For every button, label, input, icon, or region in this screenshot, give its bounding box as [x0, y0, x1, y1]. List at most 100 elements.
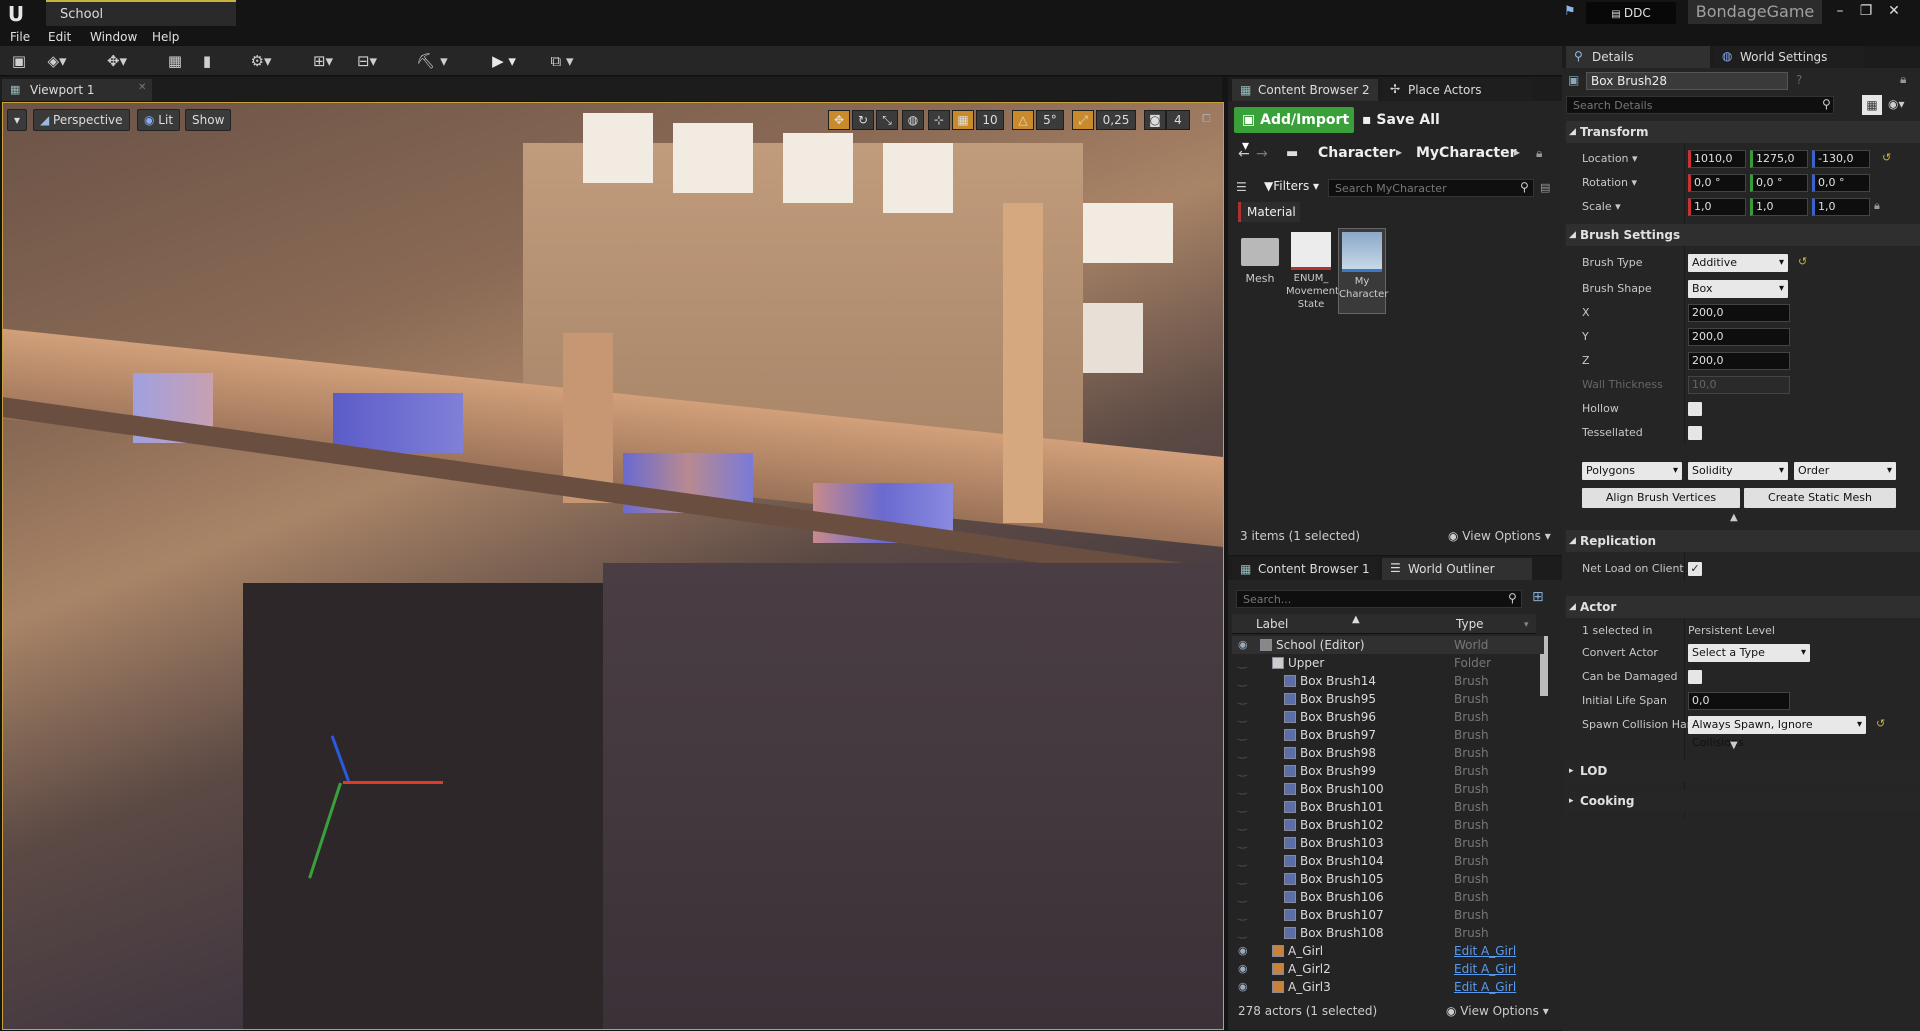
- initial-life-span-field[interactable]: 0,0: [1688, 692, 1790, 710]
- outliner-row[interactable]: ‿ Box Brush105 Brush: [1232, 870, 1544, 888]
- asset-mycharacter[interactable]: My Character: [1338, 228, 1388, 314]
- asset-enum-movement-state[interactable]: ENUM_ Movement State: [1286, 230, 1339, 316]
- add-import-button[interactable]: ▣ Add/Import ▾: [1234, 107, 1354, 154]
- edit-blueprint-link[interactable]: Edit A_Girl: [1454, 978, 1516, 996]
- content-search-input[interactable]: Search MyCharacter: [1328, 179, 1534, 197]
- visibility-eye-icon[interactable]: ◉: [1238, 636, 1248, 654]
- lock-icon[interactable]: 🔒︎: [1900, 72, 1906, 87]
- world-local-icon[interactable]: ◍: [902, 110, 924, 130]
- scale-snap-icon[interactable]: ⤢: [1072, 110, 1094, 130]
- tab-world-settings[interactable]: ◍ World Settings: [1714, 46, 1864, 68]
- lock-icon[interactable]: 🔒︎: [1536, 146, 1542, 161]
- column-label[interactable]: Label: [1256, 617, 1288, 631]
- convert-actor-select[interactable]: Select a Type: [1688, 644, 1810, 662]
- order-select[interactable]: Order: [1794, 462, 1896, 480]
- scale-snap-value[interactable]: 0,25: [1096, 110, 1136, 130]
- restore-button[interactable]: ❐: [1856, 2, 1876, 22]
- close-button[interactable]: ✕: [1884, 2, 1904, 22]
- add-folder-icon[interactable]: ⊞: [1532, 589, 1544, 605]
- outliner-row[interactable]: ‿ Box Brush95 Brush: [1232, 690, 1544, 708]
- tab-place-actors[interactable]: ✢ Place Actors: [1382, 79, 1532, 101]
- launch-icon[interactable]: ⧉ ▾: [542, 50, 582, 72]
- chevron-down-icon[interactable]: ▾: [1524, 620, 1529, 630]
- settings-icon[interactable]: ⚙▾: [244, 50, 278, 72]
- column-type[interactable]: Type: [1456, 617, 1484, 631]
- view-mode-button[interactable]: ◉ Lit: [137, 109, 181, 131]
- breadcrumb-mycharacter[interactable]: MyCharacter: [1416, 145, 1517, 161]
- outliner-row[interactable]: ‿ Box Brush99 Brush: [1232, 762, 1544, 780]
- blueprints-icon[interactable]: ⊞▾: [306, 50, 340, 72]
- outliner-row[interactable]: ◉ A_Girl Edit A_Girl: [1232, 942, 1544, 960]
- location-y-field[interactable]: 1275,0: [1750, 150, 1808, 168]
- asset-folder-mesh[interactable]: Mesh: [1238, 232, 1282, 312]
- menu-help[interactable]: Help: [152, 28, 179, 46]
- tab-details[interactable]: ⚲ Details: [1566, 46, 1710, 68]
- surface-snap-icon[interactable]: ⊹: [928, 110, 950, 130]
- outliner-row[interactable]: ‿ Box Brush106 Brush: [1232, 888, 1544, 906]
- document-tab[interactable]: School: [46, 0, 236, 26]
- edit-blueprint-link[interactable]: Edit A_Girl: [1454, 960, 1516, 978]
- view-options-eye-icon[interactable]: ◉▾: [1888, 97, 1905, 111]
- back-icon[interactable]: ←: [1238, 146, 1250, 162]
- visibility-eye-icon[interactable]: ‿: [1238, 834, 1247, 852]
- brush-z-field[interactable]: 200,0: [1688, 352, 1790, 370]
- visibility-eye-icon[interactable]: ‿: [1238, 726, 1247, 744]
- menu-window[interactable]: Window: [90, 28, 137, 46]
- folder-icon[interactable]: ▬: [1286, 146, 1298, 161]
- brush-shape-select[interactable]: Box: [1688, 280, 1788, 298]
- brush-y-field[interactable]: 200,0: [1688, 328, 1790, 346]
- visibility-eye-icon[interactable]: ‿: [1238, 816, 1247, 834]
- net-load-checkbox[interactable]: ✓: [1688, 562, 1702, 576]
- visibility-eye-icon[interactable]: ‿: [1238, 870, 1247, 888]
- menu-file[interactable]: File: [10, 28, 30, 46]
- close-tab-icon[interactable]: ✕: [138, 82, 146, 93]
- polygons-select[interactable]: Polygons: [1582, 462, 1682, 480]
- visibility-eye-icon[interactable]: ‿: [1238, 690, 1247, 708]
- scale-y-field[interactable]: 1,0: [1750, 198, 1808, 216]
- align-brush-vertices-button[interactable]: Align Brush Vertices: [1582, 488, 1740, 508]
- modes-icon[interactable]: ✥▾: [100, 50, 134, 72]
- visibility-eye-icon[interactable]: ◉: [1238, 960, 1248, 978]
- outliner-row[interactable]: ‿ Box Brush101 Brush: [1232, 798, 1544, 816]
- outliner-row[interactable]: ‿ Box Brush108 Brush: [1232, 924, 1544, 942]
- section-brush-settings[interactable]: ◢ Brush Settings: [1566, 224, 1920, 246]
- reset-to-default-icon[interactable]: ↺: [1876, 717, 1885, 730]
- grid-snap-icon[interactable]: ▦: [952, 110, 974, 130]
- filters-button[interactable]: ▼Filters ▾: [1264, 179, 1319, 193]
- rotation-snap-icon[interactable]: △: [1012, 110, 1034, 130]
- outliner-row[interactable]: ‿ Box Brush14 Brush: [1232, 672, 1544, 690]
- solidity-select[interactable]: Solidity: [1688, 462, 1788, 480]
- details-search-input[interactable]: Search Details: [1566, 96, 1834, 114]
- rotation-label[interactable]: Rotation ▾: [1582, 174, 1637, 192]
- build-icon[interactable]: ⛏ ▾: [412, 50, 452, 72]
- outliner-row[interactable]: ‿ Box Brush102 Brush: [1232, 816, 1544, 834]
- grid-snap-value[interactable]: 10: [976, 110, 1004, 130]
- expand-advanced-icon[interactable]: ▼: [1730, 740, 1738, 751]
- tab-content-browser-1[interactable]: ▦ Content Browser 1: [1232, 558, 1378, 580]
- sources-toggle-icon[interactable]: ☰: [1236, 180, 1247, 194]
- hollow-checkbox[interactable]: [1688, 402, 1702, 416]
- minimize-button[interactable]: –: [1830, 2, 1850, 22]
- breadcrumb-character[interactable]: Character: [1318, 145, 1395, 161]
- brush-type-select[interactable]: Additive: [1688, 254, 1788, 272]
- translate-icon[interactable]: ✥: [828, 110, 850, 130]
- camera-speed-value[interactable]: 4: [1166, 110, 1190, 130]
- viewport-options-button[interactable]: ▾: [7, 109, 27, 131]
- outliner-search-input[interactable]: Search...: [1236, 590, 1522, 608]
- brush-x-field[interactable]: 200,0: [1688, 304, 1790, 322]
- visibility-eye-icon[interactable]: ‿: [1238, 672, 1247, 690]
- save-search-icon[interactable]: ▤: [1540, 181, 1550, 194]
- level-viewport[interactable]: ▾ ◢ Perspective ◉ Lit Show: [2, 102, 1224, 1030]
- cinematics-icon[interactable]: ⊟▾: [350, 50, 384, 72]
- create-static-mesh-button[interactable]: Create Static Mesh: [1744, 488, 1896, 508]
- visibility-eye-icon[interactable]: ‿: [1238, 708, 1247, 726]
- outliner-row[interactable]: ‿ Box Brush103 Brush: [1232, 834, 1544, 852]
- can-be-damaged-checkbox[interactable]: [1688, 670, 1702, 684]
- visibility-eye-icon[interactable]: ◉: [1238, 942, 1248, 960]
- filter-chip-material[interactable]: Material: [1238, 202, 1300, 222]
- section-actor[interactable]: ◢ Actor: [1566, 596, 1920, 618]
- section-replication[interactable]: ◢ Replication: [1566, 530, 1920, 552]
- scale-x-field[interactable]: 1,0: [1688, 198, 1746, 216]
- visibility-eye-icon[interactable]: ◉: [1238, 978, 1248, 996]
- section-transform[interactable]: ◢ Transform: [1566, 121, 1920, 143]
